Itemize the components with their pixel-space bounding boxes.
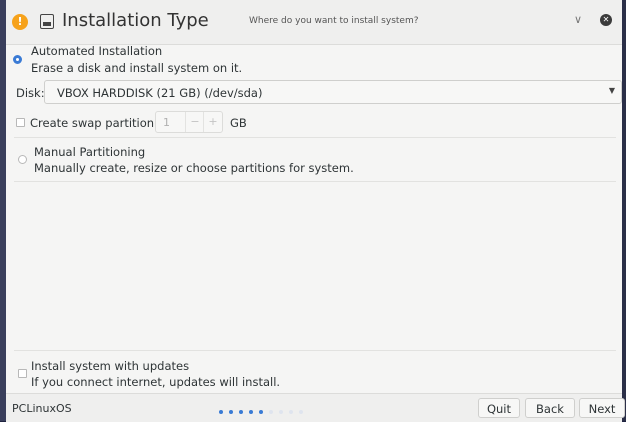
distro-name: PCLinuxOS	[12, 402, 72, 415]
swap-size-value[interactable]: 1	[163, 116, 170, 129]
next-button[interactable]: Next	[579, 398, 625, 418]
progress-dot	[299, 409, 303, 414]
installer-window: ! Installation Type Where do you want to…	[0, 0, 626, 422]
manual-partitioning-radio[interactable]	[18, 155, 27, 164]
swap-decrease-button[interactable]: −	[185, 112, 204, 132]
chevron-down-icon[interactable]: ∨	[574, 13, 582, 26]
swap-unit-label: GB	[230, 116, 247, 130]
progress-dot	[239, 409, 243, 414]
caret-down-icon: ▼	[608, 86, 615, 95]
divider	[14, 137, 616, 138]
progress-dot	[219, 409, 223, 414]
disk-label: Disk:	[16, 86, 45, 100]
automated-installation-title: Automated Installation	[31, 44, 163, 58]
automated-installation-description: Erase a disk and install system on it.	[31, 61, 243, 75]
disk-select[interactable]: VBOX HARDDISK (21 GB) (/dev/sda) ▼	[44, 80, 622, 104]
install-updates-checkbox[interactable]	[18, 369, 27, 378]
window-left-border	[0, 0, 6, 421]
page-subtitle: Where do you want to install system?	[249, 16, 419, 26]
swap-partition-label: Create swap partition	[30, 116, 155, 130]
close-icon[interactable]: ✕	[600, 14, 612, 26]
divider	[14, 181, 616, 182]
quit-button[interactable]: Quit	[478, 398, 520, 418]
progress-dot	[259, 409, 263, 414]
swap-partition-checkbox[interactable]	[16, 118, 25, 127]
progress-dot	[279, 409, 283, 414]
progress-indicator	[219, 401, 309, 414]
progress-dot	[289, 409, 293, 414]
title-bar: ! Installation Type Where do you want to…	[6, 0, 622, 45]
page-title: Installation Type	[62, 10, 209, 31]
manual-partitioning-title: Manual Partitioning	[34, 145, 146, 159]
progress-dot	[229, 409, 233, 414]
manual-partitioning-description: Manually create, resize or choose partit…	[34, 161, 354, 175]
install-updates-description: If you connect internet, updates will in…	[31, 375, 281, 389]
back-button[interactable]: Back	[525, 398, 575, 418]
progress-dot	[269, 409, 273, 414]
harddisk-icon	[40, 14, 54, 29]
automated-installation-radio[interactable]	[13, 55, 22, 64]
bottom-bar: PCLinuxOS Quit Back Next	[6, 393, 625, 422]
progress-dot	[249, 409, 253, 414]
install-updates-title: Install system with updates	[31, 359, 190, 373]
window-right-border	[622, 0, 626, 421]
swap-increase-button[interactable]: +	[203, 112, 222, 132]
divider	[14, 350, 616, 351]
disk-select-value: VBOX HARDDISK (21 GB) (/dev/sda)	[57, 86, 263, 100]
swap-size-stepper[interactable]: 1 − +	[155, 111, 223, 133]
warning-icon: !	[12, 14, 28, 30]
